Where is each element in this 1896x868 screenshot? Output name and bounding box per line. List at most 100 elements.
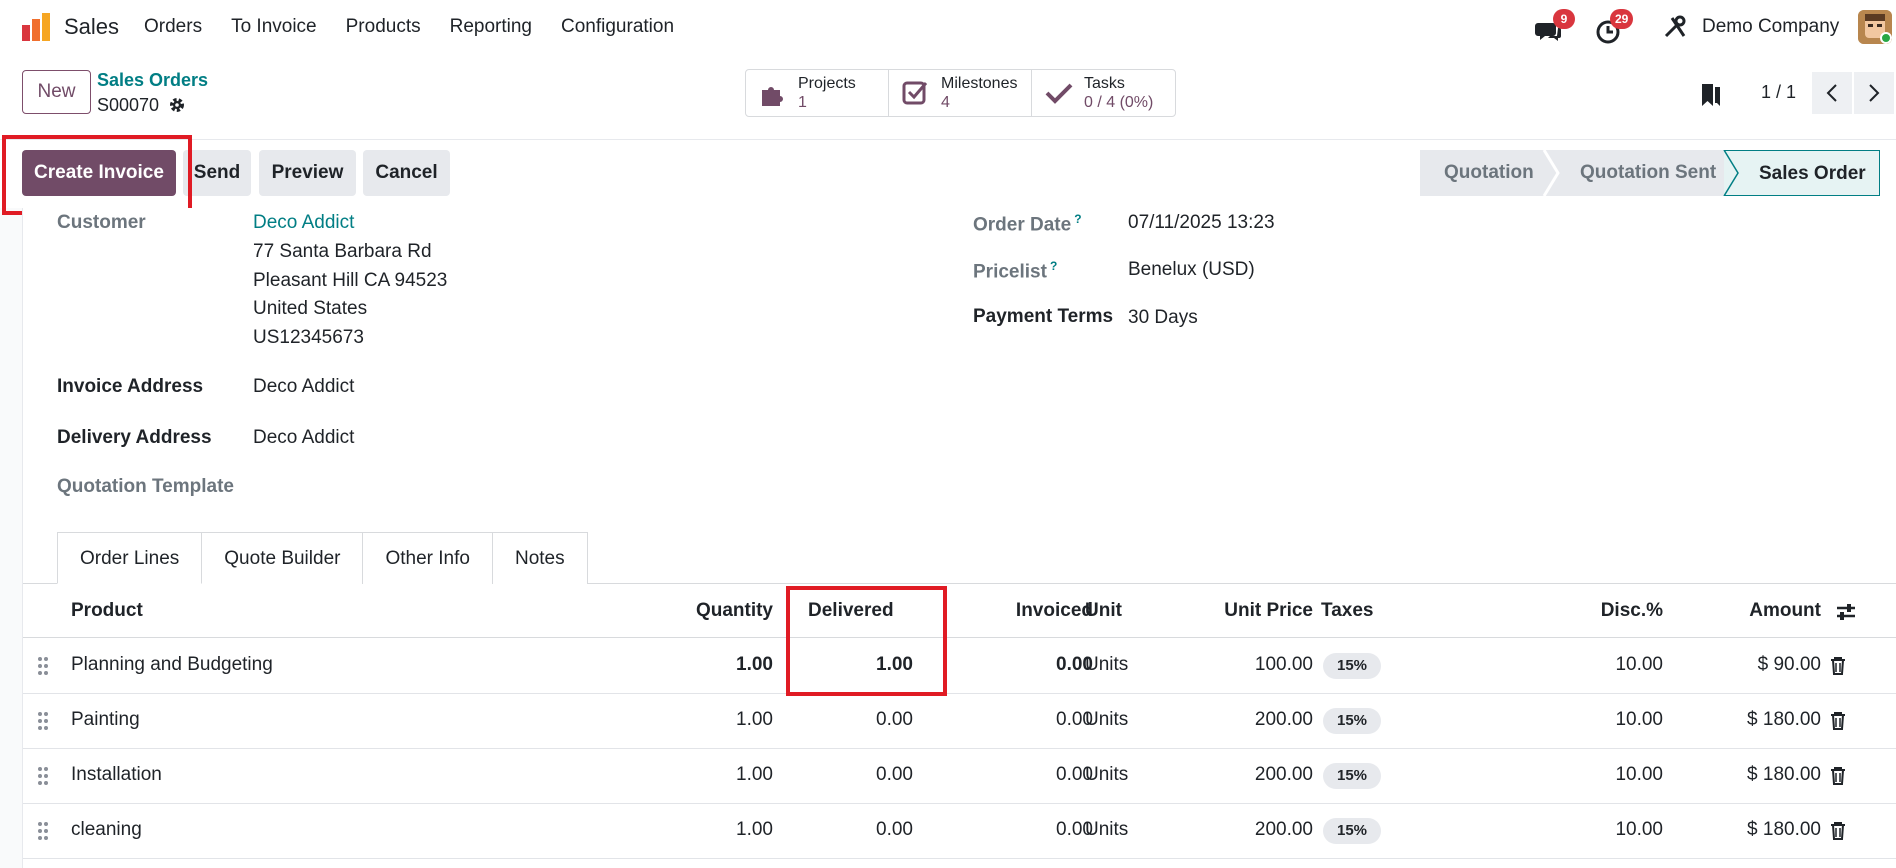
pricelist-field[interactable]: Benelux (USD): [1128, 259, 1255, 281]
unit-price-cell[interactable]: 200.00: [1163, 819, 1313, 841]
send-button[interactable]: Send: [183, 150, 251, 196]
quantity-cell[interactable]: 1.00: [623, 764, 773, 786]
table-row[interactable]: Installation 1.00 0.00 0.00 Units 200.00…: [23, 749, 1896, 804]
product-cell[interactable]: Planning and Budgeting: [71, 654, 273, 676]
milestones-smart-button[interactable]: Milestones 4: [889, 70, 1032, 116]
smart-buttons: Projects 1 Milestones 4 Tasks 0 / 4 (0%): [745, 69, 1176, 117]
invoiced-cell[interactable]: 0.00: [943, 654, 1093, 676]
table-row[interactable]: Planning and Budgeting 1.00 1.00 0.00 Un…: [23, 639, 1896, 694]
unit-price-cell[interactable]: 200.00: [1163, 709, 1313, 731]
tools-icon[interactable]: [1662, 14, 1688, 40]
order-date-field[interactable]: 07/11/2025 13:23: [1128, 212, 1275, 234]
delivered-cell[interactable]: 0.00: [763, 709, 913, 731]
tab-notes[interactable]: Notes: [491, 532, 588, 584]
sales-app-icon[interactable]: [20, 11, 52, 43]
cancel-button[interactable]: Cancel: [363, 150, 450, 196]
col-product[interactable]: Product: [71, 600, 143, 622]
user-avatar[interactable]: [1858, 10, 1892, 44]
col-unit-price[interactable]: Unit Price: [1163, 600, 1313, 622]
product-cell[interactable]: Painting: [71, 709, 140, 731]
tax-badge[interactable]: 15%: [1323, 653, 1381, 679]
discount-cell[interactable]: 10.00: [1513, 709, 1663, 731]
discount-cell[interactable]: 10.00: [1513, 819, 1663, 841]
tax-badge[interactable]: 15%: [1323, 818, 1381, 844]
pager-value[interactable]: 1 / 1: [1761, 82, 1796, 103]
invoice-address-field[interactable]: Deco Addict: [253, 376, 354, 398]
projects-smart-button[interactable]: Projects 1: [746, 70, 889, 116]
drag-handle-icon[interactable]: [37, 821, 49, 841]
pricelist-label: Pricelist?: [973, 259, 1058, 283]
payment-terms-field[interactable]: 30 Days: [1128, 307, 1198, 329]
breadcrumb-sales-orders[interactable]: Sales Orders: [97, 70, 208, 91]
quantity-cell[interactable]: 1.00: [623, 654, 773, 676]
tasks-smart-button[interactable]: Tasks 0 / 4 (0%): [1032, 70, 1175, 116]
menu-products[interactable]: Products: [346, 16, 421, 38]
unit-price-cell[interactable]: 200.00: [1163, 764, 1313, 786]
col-discount[interactable]: Disc.%: [1513, 600, 1663, 622]
tab-other-info[interactable]: Other Info: [362, 532, 493, 584]
help-icon[interactable]: ?: [1074, 212, 1081, 226]
delivered-cell[interactable]: 0.00: [763, 764, 913, 786]
col-taxes[interactable]: Taxes: [1321, 600, 1373, 622]
drag-handle-icon[interactable]: [37, 766, 49, 786]
trash-icon[interactable]: [1830, 766, 1846, 786]
unit-price-cell[interactable]: 100.00: [1163, 654, 1313, 676]
new-button[interactable]: New: [22, 70, 91, 114]
invoiced-cell[interactable]: 0.00: [943, 819, 1093, 841]
table-row[interactable]: Painting 1.00 0.00 0.00 Units 200.00 15%…: [23, 694, 1896, 749]
drag-handle-icon[interactable]: [37, 656, 49, 676]
menu-orders[interactable]: Orders: [144, 16, 202, 38]
quantity-cell[interactable]: 1.00: [623, 819, 773, 841]
col-unit[interactable]: Unit: [1085, 600, 1122, 622]
optional-columns-icon[interactable]: [1835, 602, 1857, 622]
tab-order-lines[interactable]: Order Lines: [57, 532, 203, 584]
pager-previous-button[interactable]: [1812, 72, 1852, 114]
tab-quote-builder[interactable]: Quote Builder: [201, 532, 364, 584]
col-quantity[interactable]: Quantity: [623, 600, 773, 622]
menu-configuration[interactable]: Configuration: [561, 16, 674, 38]
invoiced-cell[interactable]: 0.00: [943, 709, 1093, 731]
amount-cell: $ 180.00: [1747, 819, 1821, 840]
help-icon[interactable]: ?: [1050, 259, 1057, 273]
menu-to-invoice[interactable]: To Invoice: [231, 16, 317, 38]
quantity-cell[interactable]: 1.00: [623, 709, 773, 731]
activities-button[interactable]: 29: [1596, 9, 1634, 44]
unit-cell[interactable]: Units: [1085, 819, 1128, 841]
table-row[interactable]: cleaning 1.00 0.00 0.00 Units 200.00 15%…: [23, 804, 1896, 859]
app-name[interactable]: Sales: [64, 14, 119, 40]
trash-icon[interactable]: [1830, 656, 1846, 676]
delivered-cell[interactable]: 1.00: [763, 654, 913, 676]
create-invoice-button[interactable]: Create Invoice: [22, 150, 176, 196]
invoiced-cell[interactable]: 0.00: [943, 764, 1093, 786]
customer-country: United States: [253, 298, 368, 319]
product-cell[interactable]: Installation: [71, 764, 162, 786]
gear-icon[interactable]: [168, 96, 186, 114]
col-invoiced[interactable]: Invoiced: [943, 600, 1093, 622]
messages-button[interactable]: 9: [1535, 9, 1575, 44]
bookmark-icon[interactable]: [1700, 82, 1722, 108]
customer-link[interactable]: Deco Addict: [253, 212, 354, 234]
discount-cell[interactable]: 10.00: [1513, 654, 1663, 676]
trash-icon[interactable]: [1830, 821, 1846, 841]
checkbox-icon: [902, 81, 928, 105]
company-switcher[interactable]: Demo Company: [1702, 16, 1839, 38]
unit-cell[interactable]: Units: [1085, 709, 1128, 731]
check-icon: [1045, 83, 1073, 104]
messages-badge: 9: [1553, 9, 1575, 29]
drag-handle-icon[interactable]: [37, 711, 49, 731]
chevron-right-icon: [1869, 84, 1880, 102]
unit-cell[interactable]: Units: [1085, 764, 1128, 786]
menu-reporting[interactable]: Reporting: [450, 16, 532, 38]
col-delivered[interactable]: Delivered: [808, 600, 894, 622]
pager-next-button[interactable]: [1854, 72, 1894, 114]
tax-badge[interactable]: 15%: [1323, 763, 1381, 789]
delivered-cell[interactable]: 0.00: [763, 819, 913, 841]
trash-icon[interactable]: [1830, 711, 1846, 731]
product-cell[interactable]: cleaning: [71, 819, 142, 841]
col-amount[interactable]: Amount: [1671, 600, 1821, 622]
discount-cell[interactable]: 10.00: [1513, 764, 1663, 786]
delivery-address-field[interactable]: Deco Addict: [253, 427, 354, 449]
preview-button[interactable]: Preview: [259, 150, 356, 196]
tax-badge[interactable]: 15%: [1323, 708, 1381, 734]
unit-cell[interactable]: Units: [1085, 654, 1128, 676]
